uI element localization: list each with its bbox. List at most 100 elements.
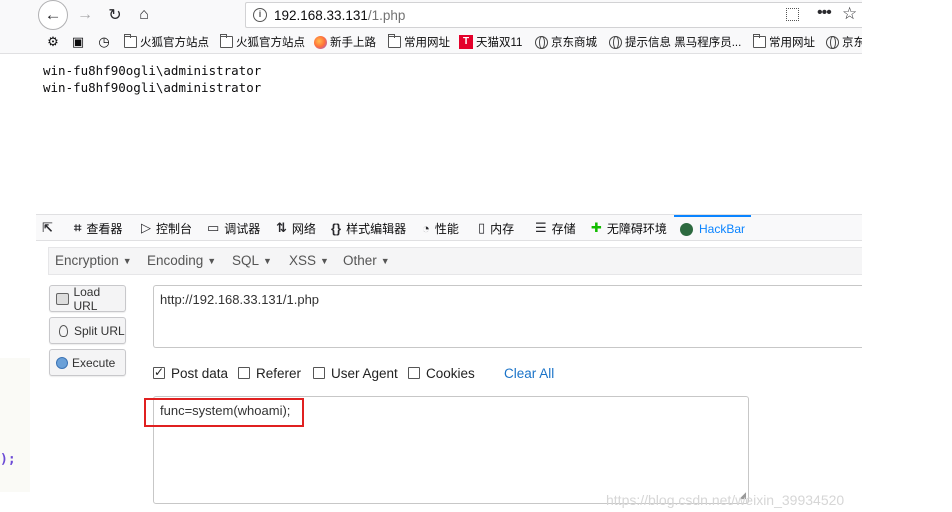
bookmark-label: 常用网址 [769, 37, 815, 49]
folder-icon [220, 34, 233, 48]
checkbox-icon [313, 367, 325, 379]
user-agent-checkbox[interactable]: User Agent [313, 366, 398, 381]
bookmark-item[interactable]: T 天猫双11 [459, 34, 522, 50]
bookmark-item[interactable]: 常用网址 [753, 34, 815, 50]
caret-down-icon: ▼ [380, 256, 390, 266]
tab-performance[interactable]: ◔ 性能 [422, 215, 459, 241]
back-arrow-icon[interactable]: ← [38, 0, 68, 30]
site-info-icon[interactable]: i [253, 8, 267, 22]
globe-icon [826, 35, 839, 49]
menu-other[interactable]: Other ▼ [343, 253, 390, 268]
tab-network[interactable]: ⇅ 网络 [276, 215, 316, 241]
bookmark-label: 火狐官方站点 [236, 37, 305, 49]
tmall-icon: T [459, 35, 473, 49]
network-icon: ⇅ [276, 220, 287, 235]
devtools-tab-bar: ⇱ ⌗ 查看器 ▷ 控制台 ▭ 调试器 ⇅ 网络 {} 样式编辑器 ◔ 性能 ▯ 内存 ☰ 存储… [36, 214, 862, 241]
button-label: Split URL [74, 323, 125, 338]
tab-label: 样式编辑器 [346, 221, 407, 236]
caret-down-icon: ▼ [320, 256, 329, 266]
url-text[interactable]: 192.168.33.131/1.php [274, 8, 405, 23]
menu-label: XSS [289, 253, 317, 268]
menu-encryption[interactable]: Encryption ▼ [55, 253, 132, 268]
url-path: /1.php [367, 8, 406, 23]
bookmark-item[interactable]: 火狐官方站点 [220, 34, 305, 50]
bookmark-item[interactable]: 常用网址 [388, 34, 450, 50]
performance-icon: ◔ [422, 220, 430, 236]
bookmark-label: 京东 [842, 37, 862, 49]
tab-hackbar[interactable]: HackBar [674, 215, 752, 241]
bookmark-item[interactable]: 京东 [826, 34, 862, 50]
output-line: win-fu8hf90ogli\administrator [43, 80, 262, 95]
menu-label: Encryption [55, 253, 119, 268]
button-label: Load URL [73, 284, 101, 313]
referer-checkbox[interactable]: Referer [238, 366, 301, 381]
reload-icon[interactable]: ↻ [101, 1, 129, 29]
execute-button[interactable]: Execute [49, 349, 126, 376]
bookmark-item[interactable]: 火狐官方站点 [124, 34, 209, 50]
folder-icon [753, 34, 766, 48]
split-url-button[interactable]: Split URL [49, 317, 126, 344]
post-data-checkbox[interactable]: Post data [153, 365, 228, 381]
option-label: Cookies [426, 365, 475, 381]
option-label: Referer [256, 365, 302, 381]
tab-memory[interactable]: ▯ 内存 [478, 215, 514, 241]
tab-inspector[interactable]: ⌗ 查看器 [74, 215, 122, 241]
page-output: win-fu8hf90ogli\administrator win-fu8hf9… [43, 62, 261, 96]
bookmark-item[interactable]: 京东商城 [535, 34, 597, 50]
tab-label: 性能 [434, 221, 459, 236]
caret-down-icon: ▼ [122, 256, 132, 266]
button-label: Execute [72, 355, 116, 370]
debugger-icon: ▭ [207, 220, 220, 235]
console-icon: ▷ [141, 220, 151, 235]
url-textarea[interactable]: http://192.168.33.131/1.php [153, 285, 862, 348]
load-url-button[interactable]: Load URL [49, 284, 126, 313]
left-code-fragment [0, 358, 30, 492]
bookmarks-toolbar: ⚙ ▣ ◷ 火狐官方站点 火狐官方站点 新手上路 常用网址 T 天猫双11 京东商… [0, 30, 862, 54]
output-line: win-fu8hf90ogli\administrator [43, 63, 262, 78]
accessibility-icon: ✚ [591, 220, 602, 235]
bookmark-item[interactable]: 新手上路 [314, 34, 376, 50]
nav-bar: ← → ↻ ⌂ i 192.168.33.131/1.php ••• ☆ [0, 0, 862, 30]
tab-console[interactable]: ▷ 控制台 [141, 215, 192, 241]
address-bar[interactable]: i 192.168.33.131/1.php ••• ☆ [245, 2, 862, 28]
more-options-icon[interactable]: ••• [817, 4, 832, 22]
cookies-checkbox[interactable]: Cookies [408, 366, 475, 381]
hackbar-icon [680, 222, 693, 236]
bookmark-label: 火狐官方站点 [140, 37, 209, 49]
clear-all-link[interactable]: Clear All [504, 366, 554, 381]
highlight-box [144, 398, 304, 427]
tab-style-editor[interactable]: {} 样式编辑器 [331, 215, 406, 241]
home-icon[interactable]: ⌂ [130, 1, 158, 29]
history-icon[interactable]: ◷ [97, 34, 111, 50]
memory-icon: ▯ [478, 220, 486, 235]
menu-sql[interactable]: SQL ▼ [232, 253, 272, 268]
load-icon [56, 292, 70, 305]
bookmark-label: 天猫双11 [476, 37, 523, 49]
tab-inspect-picker[interactable]: ⇱ [42, 215, 58, 241]
tab-label: 无障碍环境 [606, 221, 667, 236]
menu-label: Encoding [147, 253, 204, 268]
tab-storage[interactable]: ☰ 存储 [535, 215, 576, 241]
tab-label: 网络 [291, 221, 316, 236]
checkbox-icon [408, 367, 420, 379]
tab-label: 查看器 [86, 221, 123, 236]
tab-debugger[interactable]: ▭ 调试器 [207, 215, 260, 241]
gear-icon[interactable]: ⚙ [46, 34, 60, 50]
folder-icon [388, 34, 401, 48]
menu-xss[interactable]: XSS ▼ [289, 253, 329, 268]
tab-label: HackBar [699, 222, 746, 236]
bookmark-star-icon[interactable]: ☆ [842, 4, 857, 24]
bookmark-item[interactable]: 提示信息 黑马程序员... [609, 34, 741, 50]
bookmark-label: 提示信息 黑马程序员... [625, 37, 742, 49]
bookmark-label: 新手上路 [330, 37, 376, 49]
tab-label: 调试器 [224, 221, 261, 236]
menu-encoding[interactable]: Encoding ▼ [147, 253, 216, 268]
tab-accessibility[interactable]: ✚ 无障碍环境 [591, 215, 667, 241]
screenshot-icon[interactable]: ▣ [71, 34, 85, 50]
option-label: User Agent [331, 365, 398, 381]
forward-arrow-icon[interactable]: → [71, 1, 99, 29]
options-row: Post data Referer User Agent Cookies Cle… [153, 364, 573, 382]
qr-code-icon[interactable] [786, 8, 799, 21]
checkbox-checked-icon [153, 365, 165, 379]
info-icon [609, 35, 622, 49]
